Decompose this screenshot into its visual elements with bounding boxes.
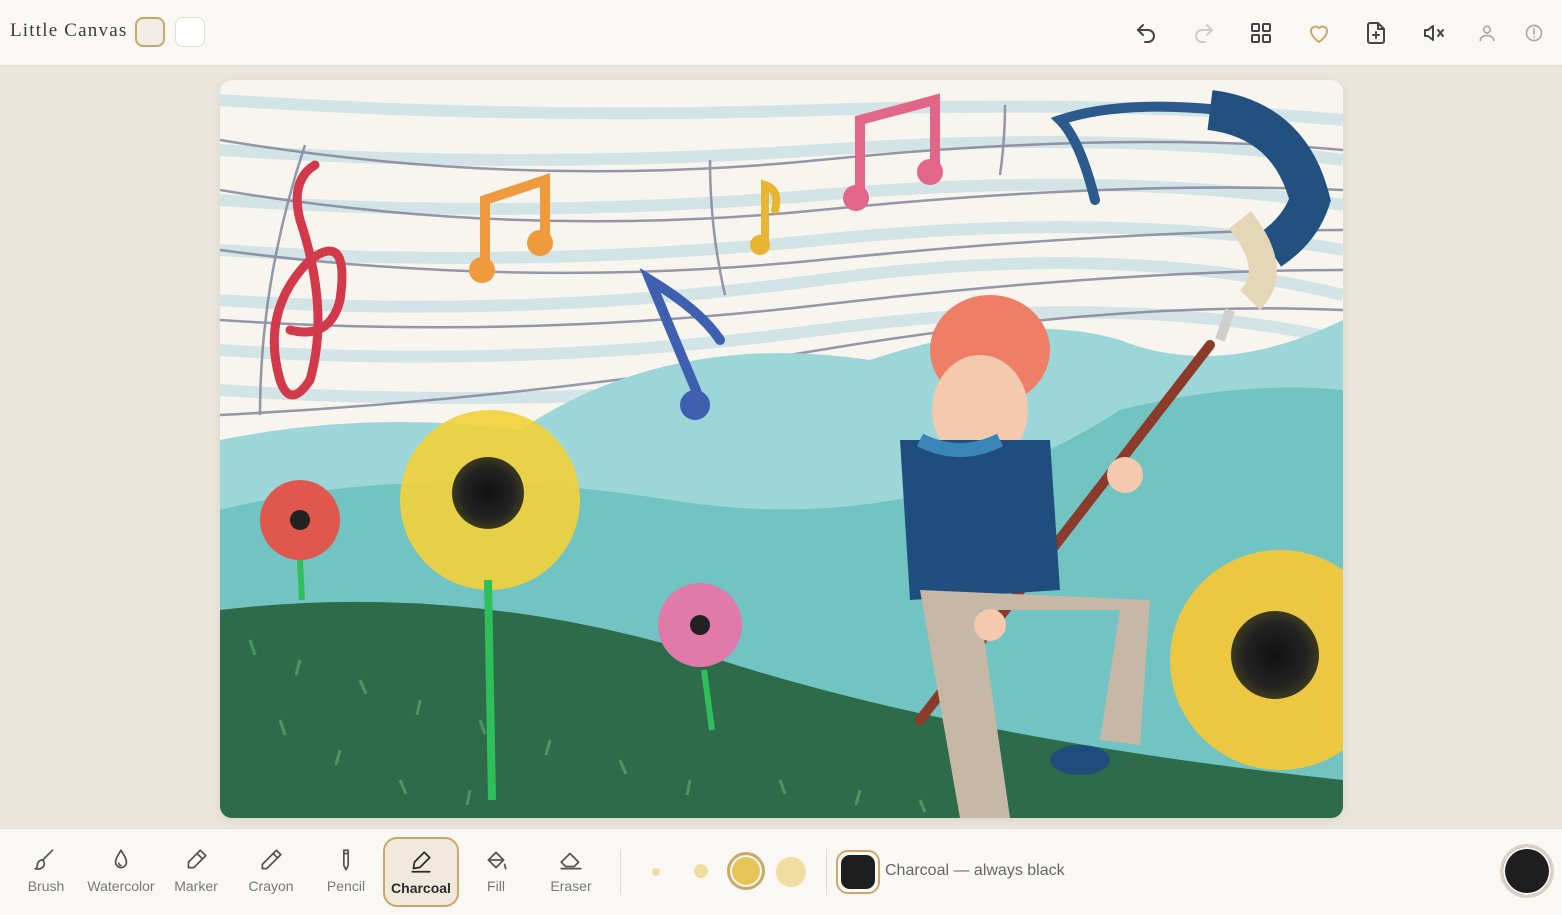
gallery-grid-icon[interactable] xyxy=(1248,20,1274,46)
crayon-icon xyxy=(261,849,282,870)
tool-watercolor[interactable]: Watercolor xyxy=(83,837,159,907)
tool-charcoal[interactable]: Charcoal xyxy=(383,837,459,907)
toolbar-divider xyxy=(826,849,827,895)
bottom-toolbar: Brush Watercolor Marker Crayon Pencil Ch… xyxy=(0,828,1562,915)
tool-crayon[interactable]: Crayon xyxy=(233,837,309,907)
info-icon[interactable] xyxy=(1521,20,1547,46)
tool-label: Marker xyxy=(174,878,218,894)
undo-icon[interactable] xyxy=(1133,20,1159,46)
mute-sound-icon[interactable] xyxy=(1421,20,1447,46)
redo-icon[interactable] xyxy=(1191,20,1217,46)
current-color-swatch[interactable] xyxy=(836,850,880,894)
pencil-icon xyxy=(342,849,350,871)
charcoal-icon xyxy=(411,851,431,873)
current-color-fill xyxy=(841,855,875,889)
brush-size-xs[interactable] xyxy=(652,868,660,876)
tool-label: Pencil xyxy=(326,878,366,894)
cream-theme-swatch[interactable] xyxy=(135,17,165,47)
brush-size-m-selected[interactable] xyxy=(727,852,765,890)
tool-label: Watercolor xyxy=(87,878,155,894)
color-picker-button[interactable] xyxy=(1500,844,1554,898)
favorite-heart-icon[interactable] xyxy=(1306,20,1332,46)
brush-size-l[interactable] xyxy=(776,857,806,887)
tool-eraser[interactable]: Eraser xyxy=(533,837,609,907)
tool-pencil[interactable]: Pencil xyxy=(308,837,384,907)
droplet-icon xyxy=(114,849,128,869)
top-toolbar: Little Canvas xyxy=(0,0,1562,66)
toolbar-divider xyxy=(620,849,621,895)
brush-size-s[interactable] xyxy=(694,864,708,878)
tool-marker[interactable]: Marker xyxy=(158,837,234,907)
eraser-icon xyxy=(560,852,582,870)
tool-hint: Charcoal — always black xyxy=(885,862,1065,879)
tool-brush[interactable]: Brush xyxy=(8,837,84,907)
tool-label: Eraser xyxy=(550,878,592,894)
fill-bucket-icon xyxy=(487,851,507,870)
tool-label: Charcoal xyxy=(391,880,451,896)
profile-icon[interactable] xyxy=(1474,20,1500,46)
white-theme-swatch[interactable] xyxy=(175,17,205,47)
tool-label: Brush xyxy=(27,878,65,894)
drawing-canvas[interactable] xyxy=(220,80,1343,818)
tool-fill[interactable]: Fill xyxy=(458,837,534,907)
tool-label: Fill xyxy=(487,878,505,894)
app-title: Little Canvas xyxy=(10,20,128,41)
brush-icon xyxy=(34,849,54,870)
marker-icon xyxy=(187,849,207,869)
new-page-icon[interactable] xyxy=(1363,20,1389,46)
artwork xyxy=(220,80,1343,818)
tool-label: Crayon xyxy=(248,878,294,894)
